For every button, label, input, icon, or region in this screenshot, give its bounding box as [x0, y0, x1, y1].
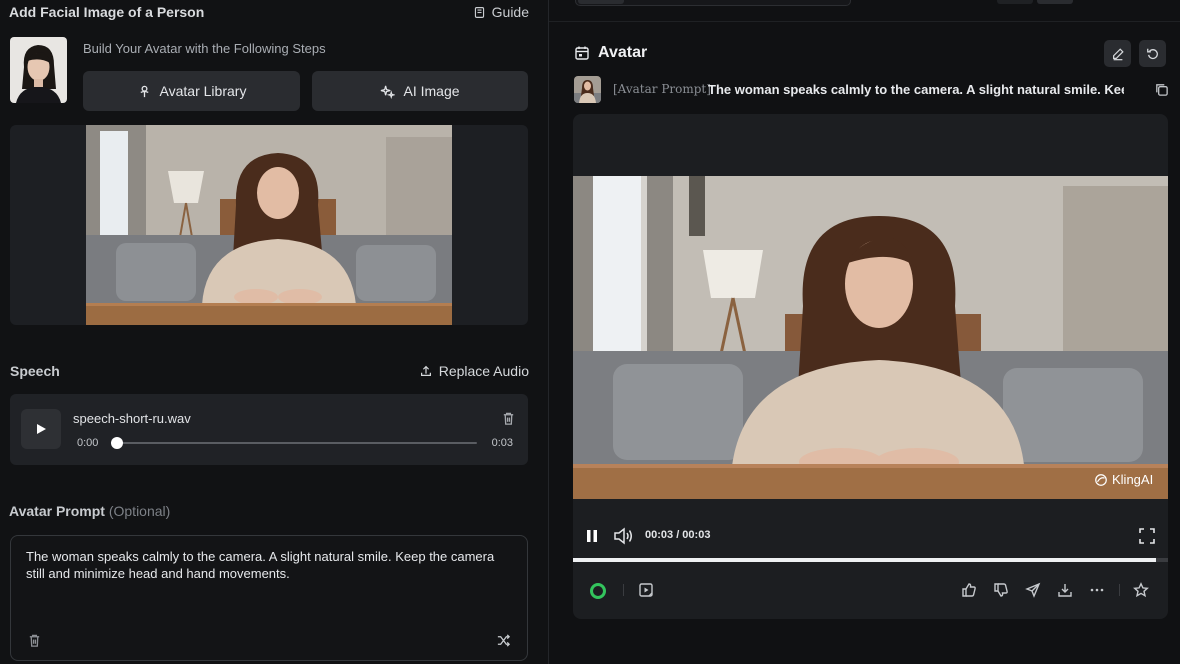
shuffle-icon[interactable]: [496, 633, 511, 648]
video-progress-fill: [573, 558, 1157, 562]
video-card: KlingAI 00:03 / 00:03: [573, 114, 1168, 619]
prompt-tag: [Avatar Prompt]: [613, 82, 711, 96]
avatar-library-label: Avatar Library: [159, 83, 247, 99]
action-bar: [573, 576, 1168, 606]
prompt-preview: The woman speaks calmly to the camera. A…: [708, 82, 1124, 97]
audio-time-current: 0:00: [77, 437, 99, 449]
avatar-title: Avatar: [598, 44, 648, 61]
play-icon: [37, 424, 46, 434]
kling-logo-icon: [1095, 473, 1107, 486]
avatar-library-button[interactable]: Avatar Library: [83, 71, 300, 111]
upload-icon: [420, 365, 431, 376]
reset-icon: [1146, 48, 1158, 59]
play-button[interactable]: [21, 409, 61, 449]
left-panel: Add Facial Image of a Person Guide Build…: [0, 0, 548, 664]
audio-seek-handle[interactable]: [111, 437, 123, 449]
top-chip[interactable]: [997, 0, 1033, 4]
video-time: 00:03 / 00:03: [645, 529, 711, 541]
prompt-label: Avatar Prompt (Optional): [9, 503, 170, 519]
trash-icon[interactable]: [27, 633, 42, 648]
prompt-text[interactable]: The woman speaks calmly to the camera. A…: [26, 548, 506, 582]
separator: [623, 584, 624, 596]
person-pin-icon: [140, 85, 149, 97]
audio-seek-bar[interactable]: [111, 437, 477, 449]
face-thumbnail-image: [10, 37, 67, 103]
pencil-icon: [1112, 47, 1124, 60]
video-controls: 00:03 / 00:03: [573, 524, 1168, 548]
pause-icon[interactable]: [585, 529, 599, 543]
trash-icon[interactable]: [501, 411, 516, 426]
guide-link[interactable]: Guide: [473, 4, 529, 20]
status-icon: [590, 583, 606, 599]
face-thumbnail[interactable]: [10, 37, 67, 103]
image-preview: [10, 125, 528, 325]
speech-label: Speech: [10, 363, 60, 379]
avatar-prompt-row: [Avatar Prompt] The woman speaks calmly …: [574, 76, 1169, 104]
top-segment-control[interactable]: [575, 0, 851, 6]
thumbs-up-icon[interactable]: [961, 582, 977, 598]
more-icon[interactable]: [1089, 582, 1105, 598]
top-chip[interactable]: [1037, 0, 1073, 4]
top-strip: [549, 0, 1180, 22]
book-icon: [474, 6, 484, 18]
prompt-label-text: Avatar Prompt: [9, 503, 105, 519]
thumbs-down-icon[interactable]: [993, 582, 1009, 598]
calendar-icon: [575, 46, 589, 60]
prompt-optional-label: (Optional): [108, 503, 171, 519]
prompt-textarea[interactable]: The woman speaks calmly to the camera. A…: [10, 535, 528, 661]
fullscreen-icon[interactable]: [1138, 527, 1156, 545]
ai-image-button[interactable]: AI Image: [312, 71, 528, 111]
watermark-text: KlingAI: [1112, 472, 1154, 487]
download-icon[interactable]: [1057, 582, 1073, 598]
send-icon[interactable]: [1025, 582, 1041, 598]
watermark: KlingAI: [1094, 472, 1153, 487]
video-frame[interactable]: [573, 176, 1168, 499]
edit-button[interactable]: [1104, 40, 1131, 67]
video-progress-bar[interactable]: [573, 558, 1168, 562]
volume-icon[interactable]: [613, 527, 633, 545]
copy-icon[interactable]: [1154, 82, 1169, 97]
sparkle-icon: [381, 85, 396, 99]
replace-audio-label: Replace Audio: [438, 363, 529, 379]
star-icon[interactable]: [1133, 582, 1149, 598]
guide-label: Guide: [491, 4, 529, 20]
media-icon[interactable]: [638, 582, 654, 598]
panel-title: Add Facial Image of a Person: [9, 4, 205, 20]
audio-file-name: speech-short-ru.wav: [73, 411, 191, 426]
audio-time-total: 0:03: [491, 437, 513, 449]
reset-button[interactable]: [1139, 40, 1166, 67]
steps-label: Build Your Avatar with the Following Ste…: [83, 41, 326, 56]
replace-audio-button[interactable]: Replace Audio: [419, 363, 529, 379]
audio-player: speech-short-ru.wav 0:00 0:03: [10, 394, 528, 465]
prompt-thumbnail: [574, 76, 601, 103]
top-segment-active: [578, 0, 624, 4]
prompt-thumbnail-image: [574, 76, 601, 103]
avatar-header: Avatar: [574, 44, 647, 62]
preview-image: [86, 125, 452, 325]
ai-image-label: AI Image: [403, 83, 460, 99]
separator: [1119, 584, 1120, 596]
right-panel: Avatar [Avatar Prompt] The woman speaks …: [549, 0, 1180, 664]
